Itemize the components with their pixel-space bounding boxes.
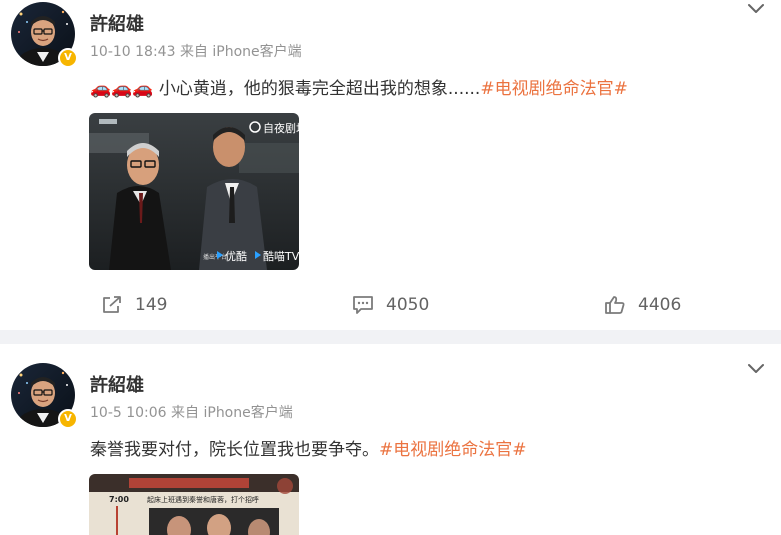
like-button[interactable]: 4406 — [604, 292, 681, 318]
comment-icon — [353, 296, 373, 314]
repost-button[interactable]: 149 — [101, 292, 167, 318]
post-text-body: 秦誉我要对付，院长位置我也要争夺。 — [90, 440, 379, 460]
hashtag-link[interactable]: #电视剧绝命法官# — [480, 79, 628, 99]
username[interactable]: 許紹雄 — [90, 371, 144, 397]
post-time[interactable]: 10-10 18:43 — [90, 44, 175, 60]
video-thumbnail[interactable]: 自夜剧场 播出平台 优酷 酷喵TV — [89, 113, 299, 270]
thumbs-up-icon — [605, 296, 625, 314]
repost-count: 149 — [135, 295, 168, 315]
youku-watermark: 优酷 — [225, 250, 247, 263]
post-time[interactable]: 10-5 10:06 — [90, 405, 167, 421]
feed-card: V 許紹雄 10-5 10:06 来自 iPhone客户端 秦誉我要对付，院长位… — [0, 344, 781, 535]
post-text: 🚗🚗🚗 小心黄逍，他的狠毒完全超出我的想象......#电视剧绝命法官# — [90, 74, 628, 99]
kumiao-watermark: 酷喵TV — [263, 250, 299, 263]
verified-badge-icon: V — [58, 409, 78, 429]
comment-button[interactable]: 4050 — [352, 292, 429, 318]
drama-logo-text: 自夜剧场 — [263, 121, 299, 135]
chevron-down-icon[interactable] — [747, 363, 765, 375]
post-text: 秦誉我要对付，院长位置我也要争夺。#电视剧绝命法官# — [90, 435, 527, 460]
feed-card: V 許紹雄 10-10 18:43 来自 iPhone客户端 🚗🚗🚗 小心黄逍，… — [0, 0, 781, 330]
post-source: 来自 iPhone客户端 — [179, 44, 302, 60]
post-source: 来自 iPhone客户端 — [171, 405, 293, 421]
post-meta: 10-10 18:43 来自 iPhone客户端 — [90, 41, 302, 61]
verified-badge-icon: V — [58, 48, 78, 68]
hashtag-link[interactable]: #电视剧绝命法官# — [379, 440, 527, 460]
chevron-down-icon[interactable] — [747, 3, 765, 15]
image-thumbnail[interactable]: 7:00 起床上班遇到秦誉和唐蓉，打个招呼 — [89, 474, 299, 535]
repost-icon — [103, 296, 121, 313]
platform-label: 播出平台 — [203, 253, 227, 261]
username[interactable]: 許紹雄 — [90, 10, 144, 36]
like-count: 4406 — [638, 295, 682, 315]
feed-divider — [0, 330, 781, 344]
video-frame: 自夜剧场 播出平台 优酷 酷喵TV — [89, 113, 299, 270]
schedule-caption: 起床上班遇到秦誉和唐蓉，打个招呼 — [147, 495, 259, 504]
schedule-time: 7:00 — [109, 495, 129, 504]
image-frame: 7:00 起床上班遇到秦誉和唐蓉，打个招呼 — [89, 474, 299, 535]
post-text-body: 🚗🚗🚗 小心黄逍，他的狠毒完全超出我的想象...... — [90, 79, 481, 99]
post-meta: 10-5 10:06 来自 iPhone客户端 — [90, 402, 293, 422]
comment-count: 4050 — [386, 295, 430, 315]
